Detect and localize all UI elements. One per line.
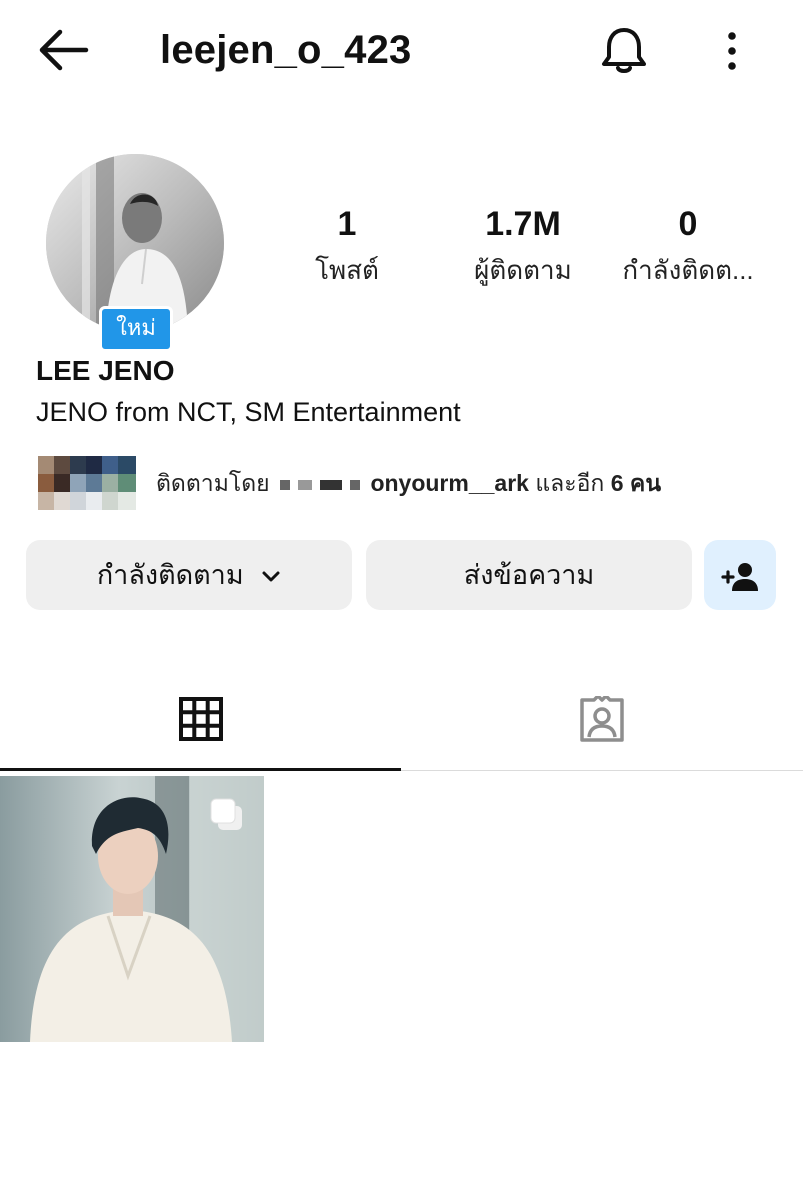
redacted-name <box>298 479 313 490</box>
message-button[interactable]: ส่งข้อความ <box>366 540 692 610</box>
notifications-button[interactable] <box>596 22 652 78</box>
following-count: 0 <box>678 205 698 243</box>
more-options-button[interactable] <box>712 26 752 76</box>
bio-text: JENO from NCT, SM Entertainment <box>36 397 461 427</box>
active-tab-indicator <box>0 768 401 771</box>
add-user-button[interactable] <box>704 540 776 610</box>
followed-by-account[interactable]: onyourm__ark <box>370 470 529 496</box>
new-badge: ใหม่ <box>99 306 173 352</box>
back-button[interactable] <box>30 22 92 78</box>
grid-icon <box>179 697 223 741</box>
following-button-label: กำลังติดตาม <box>96 560 244 590</box>
multiple-posts-icon <box>210 798 242 830</box>
following-label: กำลังติดต... <box>622 255 754 285</box>
profile-username: leejen_o_423 <box>160 28 412 72</box>
mutual-followers-avatars[interactable] <box>38 456 136 510</box>
posts-stat[interactable]: 1 โพสต์ <box>262 202 432 288</box>
redacted-name <box>350 479 361 490</box>
more-vertical-icon <box>728 32 736 70</box>
tagged-person-icon <box>580 696 624 742</box>
post-thumbnail[interactable] <box>0 776 264 1042</box>
display-name: LEE JENO <box>36 355 175 386</box>
mutual-avatars-thumbnail <box>38 456 136 510</box>
followed-by-prefix: ติดตามโดย <box>156 470 270 496</box>
following-stat[interactable]: 0 กำลังติดต... <box>603 202 773 288</box>
tab-tagged[interactable] <box>402 680 803 772</box>
tab-posts-grid[interactable] <box>0 680 401 772</box>
followed-by-suffix: และอีก <box>535 470 605 496</box>
followers-count: 1.7M <box>485 205 561 243</box>
followers-stat[interactable]: 1.7M ผู้ติดตาม <box>438 202 608 288</box>
followed-by-count: 6 คน <box>610 470 662 496</box>
redacted-name <box>320 479 343 490</box>
bell-icon <box>602 28 646 73</box>
posts-label: โพสต์ <box>315 255 379 285</box>
arrow-left-icon <box>39 29 89 71</box>
following-button[interactable]: กำลังติดตาม <box>26 540 352 610</box>
posts-count: 1 <box>337 205 357 243</box>
redacted-name <box>280 479 291 490</box>
followed-by-text[interactable]: ติดตามโดย onyourm__ark และอีก 6 คน <box>156 466 661 502</box>
followers-label: ผู้ติดตาม <box>474 255 572 285</box>
chevron-down-icon <box>262 571 280 582</box>
add-user-icon <box>721 562 758 591</box>
